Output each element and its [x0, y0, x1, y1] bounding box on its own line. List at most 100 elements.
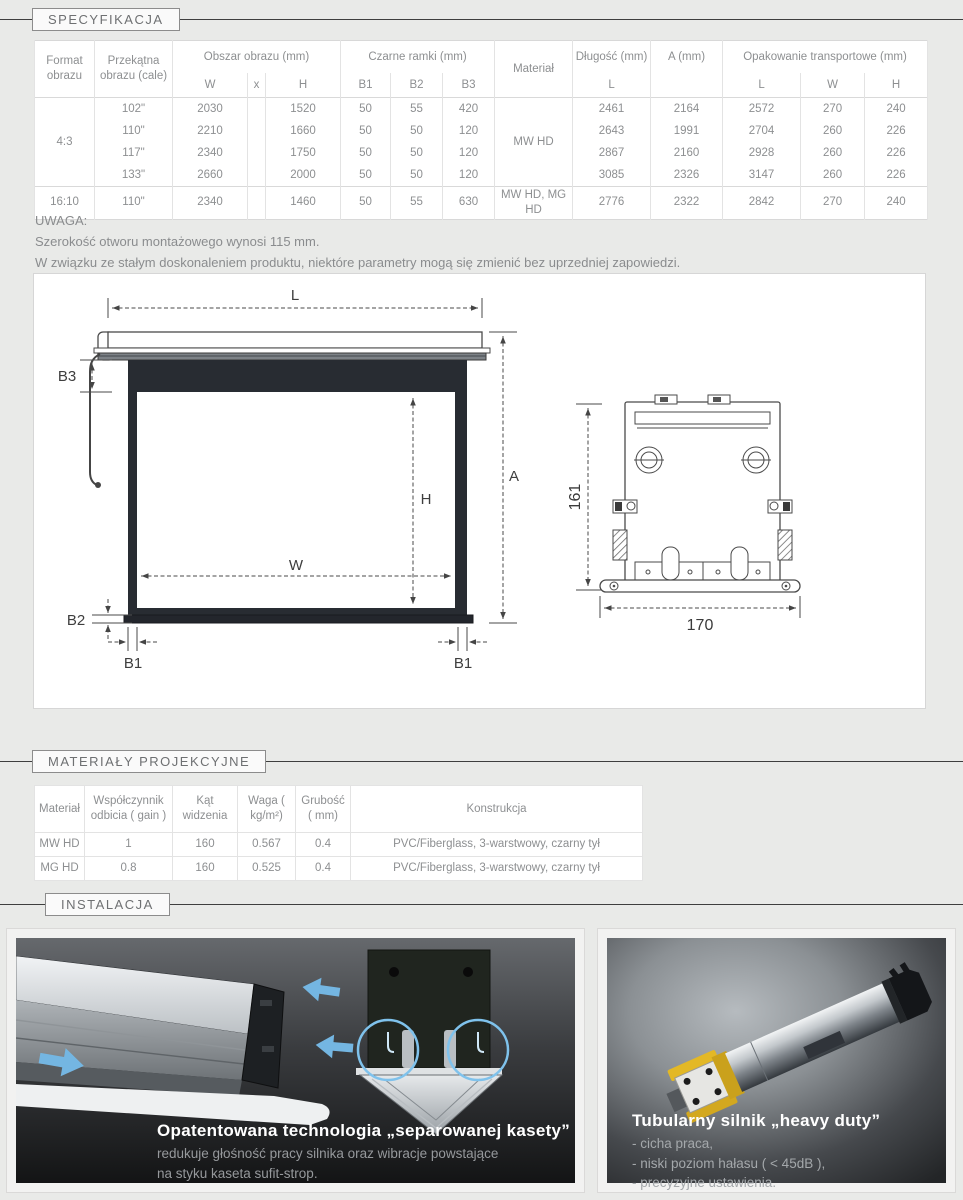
cell-b1: 50 [341, 120, 391, 142]
cell-gain: 0.8 [85, 857, 173, 881]
cell-material: MW HD [35, 833, 85, 857]
cell-h: 1520 [266, 98, 341, 121]
cell-construction: PVC/Fiberglass, 3-warstwowy, czarny tył [351, 857, 643, 881]
col-header-length-l: L [573, 73, 651, 98]
note-line: Szerokość otworu montażowego wynosi 115 … [35, 232, 680, 253]
section-header-instalacja: INSTALACJA [0, 893, 963, 919]
caption-title: Opatentowana technologia „separowanej ka… [157, 1121, 570, 1141]
cell-b2: 50 [391, 142, 443, 164]
caption-title: Tubularny silnik „heavy duty” [632, 1111, 880, 1131]
caption-line: redukuje głośność pracy silnika oraz wib… [157, 1144, 570, 1164]
materials-table-header: Materiał Współczynnik odbicia ( gain ) K… [35, 786, 643, 833]
cell-b2: 50 [391, 164, 443, 187]
col-header-diagonal: Przekątna obrazu (cale) [95, 41, 173, 98]
cell-thickness: 0.4 [296, 833, 351, 857]
col-header-thickness: Grubość ( mm) [296, 786, 351, 833]
install-panel-cassette: Opatentowana technologia „separowanej ka… [6, 928, 585, 1193]
cell-b3: 420 [443, 98, 495, 121]
dim-label-w: W [289, 557, 304, 574]
cell-pl: 2572 [723, 98, 801, 121]
col-header-angle: Kąt widzenia [173, 786, 238, 833]
cell-ph: 226 [865, 142, 928, 164]
spec-table-header: Format obrazu Przekątna obrazu (cale) Ob… [35, 41, 928, 98]
cell-ph: 226 [865, 164, 928, 187]
pull-cord [90, 354, 100, 485]
col-header-b2: B2 [391, 73, 443, 98]
caption-line: - precyzyjne ustawienia. [632, 1173, 880, 1193]
cell-pl: 2842 [723, 187, 801, 220]
section-title-materials: MATERIAŁY PROJEKCYJNE [48, 754, 250, 769]
caption-line: - niski poziom hałasu ( < 45dB ), [632, 1154, 880, 1174]
cell-w: 2030 [173, 98, 248, 121]
cell-b3: 120 [443, 142, 495, 164]
col-header-pack-w: W [801, 73, 865, 98]
dim-label-l: L [291, 287, 299, 304]
dim-label-b1-left: B1 [124, 655, 142, 672]
col-header-format: Format obrazu [35, 41, 95, 98]
section-title-install: INSTALACJA [61, 897, 154, 912]
cell-pw: 260 [801, 120, 865, 142]
col-header-b1: B1 [341, 73, 391, 98]
col-header-pack-h: H [865, 73, 928, 98]
cell-x [248, 142, 266, 164]
cell-w: 2660 [173, 164, 248, 187]
cell-diag: 133" [95, 164, 173, 187]
cell-pw: 270 [801, 98, 865, 121]
cell-a: 1991 [651, 120, 723, 142]
col-header-a: A (mm) [651, 41, 723, 74]
cell-material: MW HD [495, 98, 573, 187]
spec-header-row-1: Format obrazu Przekątna obrazu (cale) Ob… [35, 41, 928, 74]
cell-thickness: 0.4 [296, 857, 351, 881]
cell-h: 2000 [266, 164, 341, 187]
cell-a: 2160 [651, 142, 723, 164]
dim-label-170: 170 [687, 617, 714, 634]
cell-len: 2461 [573, 98, 651, 121]
cell-diag: 102" [95, 98, 173, 121]
section-title-spec: SPECYFIKACJA [48, 12, 164, 27]
cell-weight: 0.525 [238, 857, 296, 881]
cell-b1: 50 [341, 142, 391, 164]
materials-table: Materiał Współczynnik odbicia ( gain ) K… [34, 785, 643, 881]
col-header-area: Obszar obrazu (mm) [173, 41, 341, 74]
spec-row: 133" 2660 2000 50 50 120 3085 2326 3147 … [35, 164, 928, 187]
cell-ph: 226 [865, 120, 928, 142]
cell-b2: 55 [391, 98, 443, 121]
section-header-materialy: MATERIAŁY PROJEKCYJNE [0, 750, 963, 776]
col-header-frames: Czarne ramki (mm) [341, 41, 495, 74]
screen-weight-bar [124, 615, 473, 623]
section-title-box: SPECYFIKACJA [32, 8, 180, 31]
cell-h: 1660 [266, 120, 341, 142]
dimension-diagram-svg: L B3 H [34, 274, 925, 706]
cell-x [248, 98, 266, 121]
note-line: W związku ze stałym doskonaleniem produk… [35, 253, 680, 274]
cell-b3: 120 [443, 120, 495, 142]
dimension-diagram-box: L B3 H [33, 273, 926, 709]
cell-w: 2340 [173, 142, 248, 164]
col-header-h: H [266, 73, 341, 98]
cell-construction: PVC/Fiberglass, 3-warstwowy, czarny tył [351, 833, 643, 857]
cell-pl: 2704 [723, 120, 801, 142]
cell-pw: 270 [801, 187, 865, 220]
cell-len: 2643 [573, 120, 651, 142]
col-header-x: x [248, 73, 266, 98]
col-header-construction: Konstrukcja [351, 786, 643, 833]
cell-weight: 0.567 [238, 833, 296, 857]
col-header-pack-l: L [723, 73, 801, 98]
cell-diag: 117" [95, 142, 173, 164]
cell-b1: 50 [341, 98, 391, 121]
cell-pl: 3147 [723, 164, 801, 187]
materials-table-body: MW HD 1 160 0.567 0.4 PVC/Fiberglass, 3-… [35, 833, 643, 881]
cell-angle: 160 [173, 857, 238, 881]
col-header-weight: Waga ( kg/m²) [238, 786, 296, 833]
spec-row: 110" 2210 1660 50 50 120 2643 1991 2704 … [35, 120, 928, 142]
col-header-gain: Współczynnik odbicia ( gain ) [85, 786, 173, 833]
col-header-b3: B3 [443, 73, 495, 98]
col-header-packaging: Opakowanie transportowe (mm) [723, 41, 928, 74]
cell-w: 2210 [173, 120, 248, 142]
cell-pl: 2928 [723, 142, 801, 164]
dim-label-161: 161 [567, 484, 584, 511]
spec-row: 117" 2340 1750 50 50 120 2867 2160 2928 … [35, 142, 928, 164]
cell-b3: 120 [443, 164, 495, 187]
section-title-box: INSTALACJA [45, 893, 170, 916]
install-panel-motor: Tubularny silnik „heavy duty” - cicha pr… [597, 928, 956, 1193]
